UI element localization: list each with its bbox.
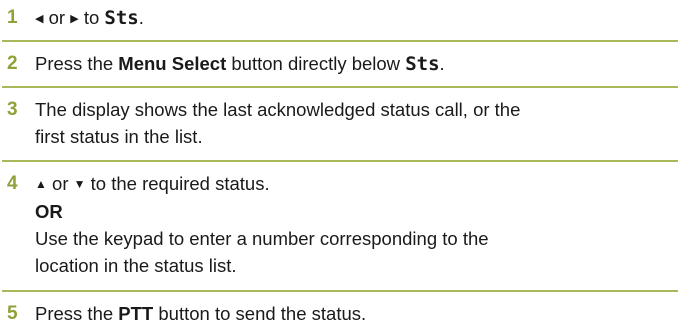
step-number: 1 bbox=[7, 7, 18, 28]
step-1: 1 ◀ or ▶ to Sts. bbox=[0, 4, 678, 33]
step-text: button directly below bbox=[231, 53, 401, 74]
step-2: 2 Press the Menu Select button directly … bbox=[0, 50, 678, 78]
down-triangle-icon: ▼ bbox=[73, 177, 86, 191]
or-label: OR bbox=[35, 201, 63, 222]
left-triangle-icon: ◀ bbox=[35, 13, 44, 25]
step-5: 5 Press the PTT button to send the statu… bbox=[0, 300, 678, 327]
step-text: Press the bbox=[35, 53, 114, 74]
right-triangle-icon: ▶ bbox=[70, 13, 79, 25]
step-text: button to send the status. bbox=[158, 303, 367, 324]
step-text: . bbox=[439, 53, 445, 74]
step-text: first status in the list. bbox=[35, 126, 203, 147]
step-text: Press the bbox=[35, 303, 114, 324]
step-text: or bbox=[52, 173, 69, 194]
step-text: to bbox=[83, 7, 100, 28]
step-text: The display shows the last acknowledged … bbox=[35, 99, 521, 120]
step-text: location in the status list. bbox=[35, 255, 237, 276]
step-number: 5 bbox=[7, 303, 18, 324]
step-number: 4 bbox=[7, 173, 18, 194]
softkey-label: Sts bbox=[405, 53, 440, 75]
step-text: to the required status. bbox=[90, 173, 270, 194]
step-3: 3 The display shows the last acknowledge… bbox=[0, 96, 678, 150]
button-name: PTT bbox=[118, 303, 154, 324]
divider bbox=[2, 40, 678, 42]
step-text: . bbox=[138, 7, 144, 28]
divider bbox=[2, 86, 678, 88]
step-number: 2 bbox=[7, 53, 18, 74]
button-name: Menu Select bbox=[118, 53, 227, 74]
up-triangle-icon: ▲ bbox=[35, 177, 47, 191]
divider bbox=[2, 160, 678, 162]
step-number: 3 bbox=[7, 99, 18, 120]
step-text: Use the keypad to enter a number corresp… bbox=[35, 228, 489, 249]
divider bbox=[2, 290, 678, 292]
step-text: or bbox=[48, 7, 66, 28]
step-4: 4 ▲ or ▼ to the required status. OR Use … bbox=[0, 170, 678, 279]
softkey-label: Sts bbox=[104, 7, 139, 29]
